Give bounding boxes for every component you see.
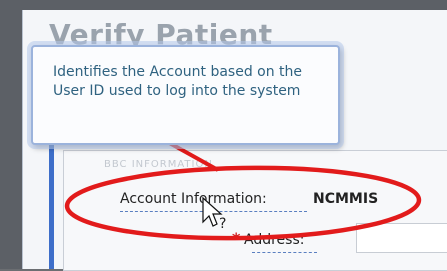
account-information-tooltip: Identifies the Account based on the User… (31, 45, 340, 145)
help-cursor-icon: ? (219, 216, 226, 232)
tooltip-text: Identifies the Account based on the User… (53, 64, 303, 99)
screenshot-frame: Verify Patient BBC INFORMATION Account I… (0, 0, 447, 271)
annotation-ellipse (64, 165, 422, 241)
